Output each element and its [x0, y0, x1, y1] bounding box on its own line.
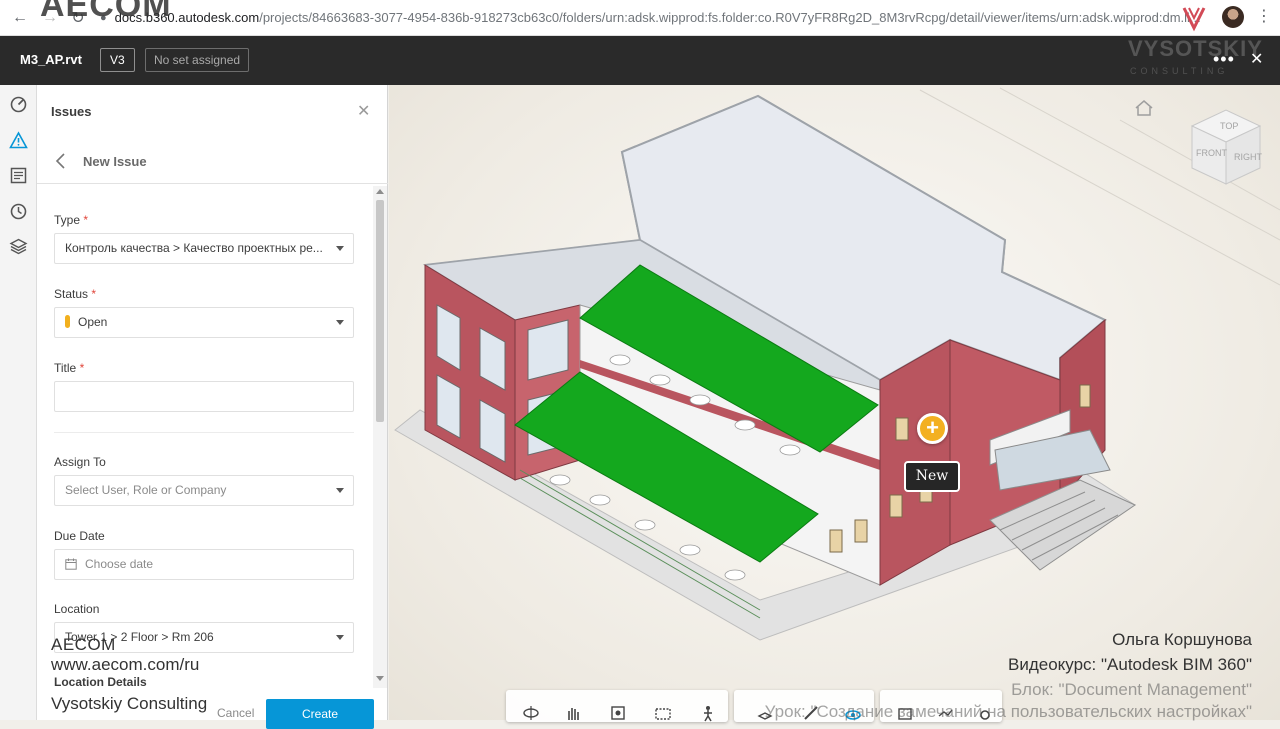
chevron-down-icon: [336, 488, 344, 493]
browser-menu-icon[interactable]: ⋮: [1256, 6, 1272, 26]
form-divider: [54, 432, 354, 433]
chevron-down-icon: [336, 635, 344, 640]
title-label-text: Title: [54, 361, 77, 375]
status-label-text: Status: [54, 287, 89, 301]
location-details-label: Location Details: [54, 675, 147, 689]
status-select[interactable]: Open: [54, 307, 354, 338]
chevron-down-icon: [336, 320, 344, 325]
url-path: /projects/84663683-3077-4954-836b-918273…: [259, 10, 1200, 25]
issues-warning-icon[interactable]: [9, 131, 28, 150]
pan-hand-icon[interactable]: [564, 704, 582, 722]
viewcube-front-label[interactable]: FRONT: [1196, 148, 1227, 158]
watermark-website: www.aecom.com/ru: [51, 655, 200, 674]
calendar-icon: [65, 558, 77, 570]
vysotskiy-logo-icon: [1182, 7, 1206, 32]
type-value: Контроль качества > Качество проектных р…: [65, 241, 323, 255]
new-issue-tooltip: New: [904, 461, 960, 492]
cancel-button[interactable]: Cancel: [217, 706, 254, 720]
title-label: Title *: [54, 361, 84, 375]
close-viewer-icon[interactable]: ✕: [1250, 49, 1263, 69]
watermark-consultant: Vysotskiy Consulting: [51, 694, 208, 713]
back-nav-icon[interactable]: ←: [7, 3, 33, 33]
scroll-down-icon[interactable]: [376, 676, 384, 681]
address-bar[interactable]: ● docs.b360.autodesk.com/projects/846636…: [100, 4, 1200, 31]
consulting-watermark: VYSOTSKIY: [1128, 36, 1263, 61]
new-issue-pushpin-icon[interactable]: +: [917, 413, 948, 444]
required-mark: *: [83, 213, 89, 227]
more-options-icon[interactable]: •••: [1213, 49, 1235, 70]
type-select[interactable]: Контроль качества > Качество проектных р…: [54, 233, 354, 264]
status-label: Status *: [54, 287, 96, 301]
assign-placeholder: Select User, Role or Company: [65, 483, 227, 497]
assign-to-label: Assign To: [54, 455, 106, 469]
watermark-company: AECOM: [51, 635, 116, 654]
create-button[interactable]: Create: [266, 699, 374, 729]
set-status-badge[interactable]: No set assigned: [145, 48, 250, 72]
location-label: Location: [54, 602, 100, 616]
required-mark: *: [91, 287, 97, 301]
back-arrow-icon[interactable]: [53, 151, 67, 171]
viewcube-right-label[interactable]: RIGHT: [1234, 152, 1263, 162]
title-input[interactable]: [54, 381, 354, 412]
app-header: M3_AP.rvt V3 No set assigned VYSOTSKIY C…: [0, 36, 1280, 85]
document-list-icon[interactable]: [9, 166, 28, 185]
building-model[interactable]: [389, 85, 1280, 720]
type-label-text: Type: [54, 213, 81, 227]
assign-to-select[interactable]: Select User, Role or Company: [54, 475, 354, 506]
tool-rail: [0, 85, 37, 720]
home-icon[interactable]: [1134, 99, 1154, 117]
required-mark: *: [79, 361, 85, 375]
viewcube-top-label[interactable]: TOP: [1220, 121, 1238, 131]
version-badge[interactable]: V3: [100, 48, 135, 72]
due-date-input[interactable]: Choose date: [54, 549, 354, 580]
panel-scrollbar-thumb[interactable]: [376, 200, 384, 422]
new-issue-title: New Issue: [83, 154, 147, 169]
panel-close-icon[interactable]: ✕: [357, 101, 370, 121]
file-name: M3_AP.rvt: [20, 52, 82, 67]
status-value: Open: [78, 315, 108, 329]
browser-toolbar: ← → ↻ ● docs.b360.autodesk.com/projects/…: [0, 0, 1280, 36]
panel-title: Issues: [51, 104, 92, 119]
history-clock-icon[interactable]: [9, 202, 28, 221]
issues-panel: Issues ✕ New Issue Type * Контроль качес…: [37, 85, 388, 729]
orbit-icon[interactable]: [522, 704, 540, 722]
model-viewer[interactable]: TOP FRONT RIGHT: [389, 85, 1280, 720]
status-open-indicator: [65, 315, 70, 328]
profile-avatar[interactable]: [1222, 6, 1244, 28]
aecom-watermark-logo: AECOM: [40, 0, 172, 24]
credit-lesson: Урок: "Создание замечаний на пользовател…: [764, 702, 1252, 721]
due-date-label: Due Date: [54, 529, 105, 543]
credit-author: Ольга Коршунова: [1112, 630, 1252, 649]
type-label: Type *: [54, 213, 88, 227]
due-date-placeholder: Choose date: [85, 557, 154, 571]
dashboard-icon[interactable]: [9, 95, 28, 114]
viewcube-icon[interactable]: TOP FRONT RIGHT: [1182, 104, 1266, 190]
chevron-down-icon: [336, 246, 344, 251]
scroll-up-icon[interactable]: [376, 189, 384, 194]
credit-course: Видеокурс: "Autodesk BIM 360": [1008, 655, 1252, 674]
layers-icon[interactable]: [9, 237, 28, 256]
